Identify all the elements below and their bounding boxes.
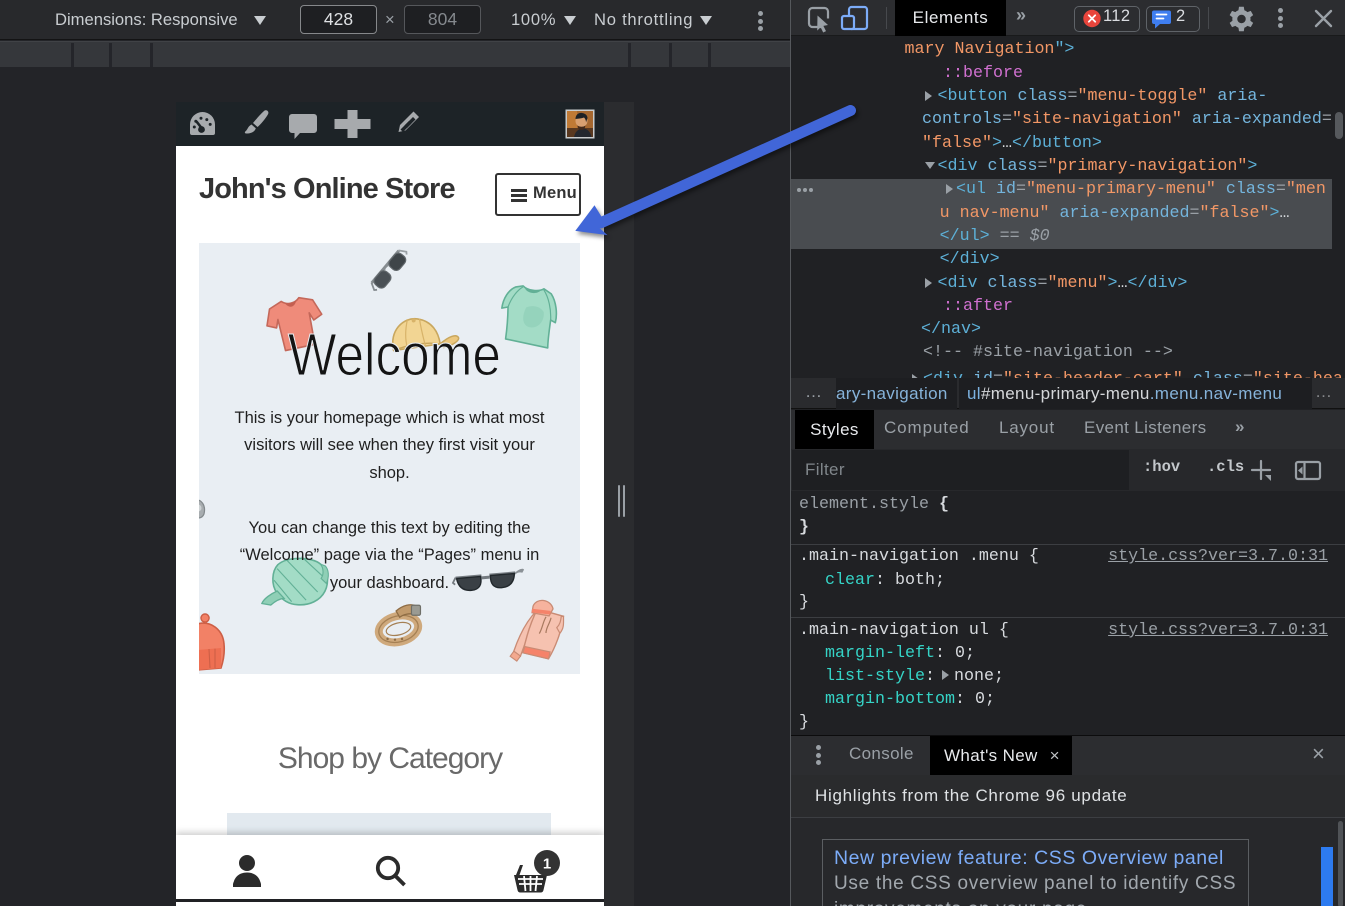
svg-text:1: 1: [543, 856, 551, 873]
